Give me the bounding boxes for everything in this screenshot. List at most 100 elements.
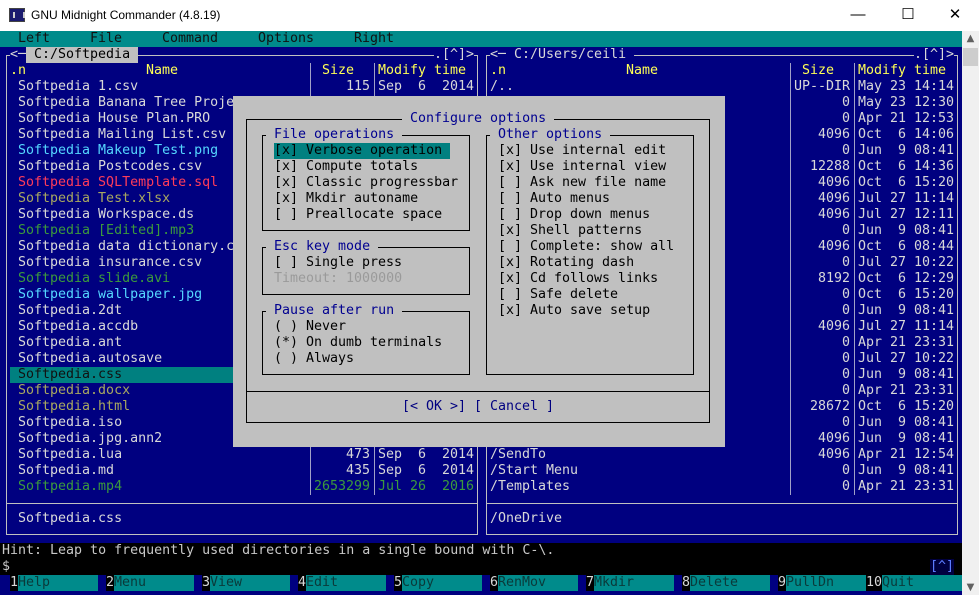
radio[interactable]: ( ) [274, 319, 298, 335]
checkbox[interactable]: [ ] [274, 207, 298, 223]
close-button[interactable]: ✕ [940, 4, 970, 26]
scroll-up-icon[interactable]: ▲ [962, 33, 979, 44]
left-panel-path[interactable]: C:/Softpedia [26, 47, 139, 63]
checkbox-label[interactable]: Mkdir autoname [306, 191, 418, 207]
file-name[interactable]: Softpedia.autosave [18, 351, 162, 367]
checkbox-label[interactable]: Rotating dash [530, 255, 634, 271]
checkbox[interactable]: [ ] [498, 287, 522, 303]
checkbox-label[interactable]: Compute totals [306, 159, 418, 175]
file-name[interactable]: Softpedia insurance.csv [18, 255, 202, 271]
left-panel-history[interactable]: .[^]> [434, 47, 475, 63]
file-name[interactable]: Softpedia Test.xlsx [18, 191, 170, 207]
right-header-name[interactable]: Name [626, 63, 658, 79]
checkbox-label[interactable]: Classic progressbar [306, 175, 458, 191]
file-name[interactable]: Softpedia.md [18, 463, 114, 479]
ok-button[interactable]: [< OK >] [402, 399, 466, 415]
checkbox-label[interactable]: Auto menus [530, 191, 610, 207]
file-name[interactable]: Softpedia.html [18, 399, 130, 415]
checkbox-label[interactable]: Use internal edit [530, 143, 666, 159]
left-header-time[interactable]: Modify time [378, 63, 466, 79]
checkbox-label[interactable]: Ask new file name [530, 175, 666, 191]
checkbox[interactable]: [x] [498, 159, 522, 175]
checkbox[interactable]: [x] [274, 143, 299, 159]
menu-file[interactable]: File [90, 31, 122, 47]
menu-options[interactable]: Options [258, 31, 314, 47]
fkey-view[interactable]: 3 View [202, 575, 291, 591]
fkey-copy[interactable]: 5 Copy [394, 575, 483, 591]
checkbox[interactable]: [x] [498, 143, 522, 159]
checkbox-label[interactable]: Drop down menus [530, 207, 650, 223]
right-sort-indicator[interactable]: .n [490, 63, 506, 79]
checkbox-label[interactable]: Auto save setup [530, 303, 650, 319]
fkey-renmov[interactable]: 6 RenMov [490, 575, 579, 591]
file-name[interactable]: Softpedia Mailing List.csv [18, 127, 226, 143]
file-name[interactable]: Softpedia Banana Tree Proje [18, 95, 234, 111]
checkbox[interactable]: [ ] [274, 255, 298, 271]
minimize-button[interactable]: — [843, 4, 873, 26]
radio-label[interactable]: On dumb terminals [306, 335, 442, 351]
file-name[interactable]: Softpedia.docx [18, 383, 130, 399]
checkbox[interactable]: [x] [498, 303, 522, 319]
menu-command[interactable]: Command [162, 31, 218, 47]
command-line[interactable]: $ [^] [0, 559, 962, 575]
file-name[interactable]: /Templates [490, 479, 570, 495]
checkbox[interactable]: [x] [498, 255, 522, 271]
radio-label[interactable]: Always [306, 351, 354, 367]
checkbox-label[interactable]: Single press [306, 255, 402, 271]
file-name[interactable]: /Start Menu [490, 463, 578, 479]
scroll-down-icon[interactable]: ▼ [962, 582, 979, 593]
checkbox[interactable]: [x] [274, 175, 298, 191]
file-name[interactable]: Softpedia 1.csv [18, 79, 138, 95]
file-name[interactable]: /.. [490, 79, 514, 95]
file-name[interactable]: Softpedia.mp4 [18, 479, 122, 495]
checkbox-label[interactable]: Shell patterns [530, 223, 642, 239]
left-header-name[interactable]: Name [146, 63, 178, 79]
radio-label[interactable]: Never [306, 319, 346, 335]
file-name[interactable]: Softpedia.jpg.ann2 [18, 431, 162, 447]
checkbox[interactable]: [x] [274, 159, 298, 175]
checkbox[interactable]: [ ] [498, 207, 522, 223]
file-name[interactable]: Softpedia [Edited].mp3 [18, 223, 194, 239]
file-name[interactable]: Softpedia.ant [18, 335, 122, 351]
fkey-quit[interactable]: 10 Quit [866, 575, 963, 591]
checkbox-label[interactable]: Complete: show all [530, 239, 674, 255]
file-name[interactable]: Softpedia slide.avi [18, 271, 170, 287]
fkey-edit[interactable]: 4 Edit [298, 575, 387, 591]
scrollbar[interactable]: ▲ ▼ [962, 31, 979, 595]
maximize-button[interactable]: ☐ [893, 4, 923, 26]
checkbox-label[interactable]: Cd follows links [530, 271, 658, 287]
right-panel-history[interactable]: .[^]> [914, 47, 955, 63]
cancel-button[interactable]: [ Cancel ] [474, 399, 554, 415]
file-name[interactable]: Softpedia.lua [18, 447, 122, 463]
checkbox-label[interactable]: Preallocate space [306, 207, 442, 223]
right-header-time[interactable]: Modify time [858, 63, 946, 79]
checkbox-label[interactable]: Use internal view [530, 159, 666, 175]
checkbox[interactable]: [ ] [498, 239, 522, 255]
file-name[interactable]: Softpedia.accdb [18, 319, 138, 335]
checkbox-label[interactable]: Verbose operation [298, 143, 451, 159]
fkey-delete[interactable]: 8 Delete [682, 575, 771, 591]
file-name[interactable]: Softpedia wallpaper.jpg [18, 287, 202, 303]
right-header-size[interactable]: Size [802, 63, 834, 79]
checkbox[interactable]: [x] [498, 223, 522, 239]
right-panel-path[interactable]: C:/Users/ceili [506, 47, 635, 63]
file-name[interactable]: Softpedia Makeup Test.png [18, 143, 218, 159]
left-sort-indicator[interactable]: .n [10, 63, 26, 79]
checkbox-label[interactable]: Safe delete [530, 287, 618, 303]
checkbox[interactable]: [x] [498, 271, 522, 287]
file-name[interactable]: Softpedia House Plan.PRO [18, 111, 210, 127]
radio[interactable]: (*) [274, 335, 298, 351]
file-name[interactable]: Softpedia Postcodes.csv [18, 159, 202, 175]
history-button[interactable]: [^] [930, 559, 955, 575]
right-panel-back[interactable]: <─ [490, 47, 507, 63]
file-name[interactable]: Softpedia SQLTemplate.sql [18, 175, 218, 191]
file-name[interactable]: Softpedia Workspace.ds [18, 207, 194, 223]
checkbox[interactable]: [ ] [498, 175, 522, 191]
radio[interactable]: ( ) [274, 351, 298, 367]
menu-right[interactable]: Right [354, 31, 394, 47]
file-name[interactable]: Softpedia.2dt [18, 303, 122, 319]
file-name[interactable]: /SendTo [490, 447, 546, 463]
checkbox[interactable]: [ ] [498, 191, 522, 207]
fkey-pulldn[interactable]: 9 PullDn [778, 575, 867, 591]
left-panel-back[interactable]: <─ [10, 47, 27, 63]
